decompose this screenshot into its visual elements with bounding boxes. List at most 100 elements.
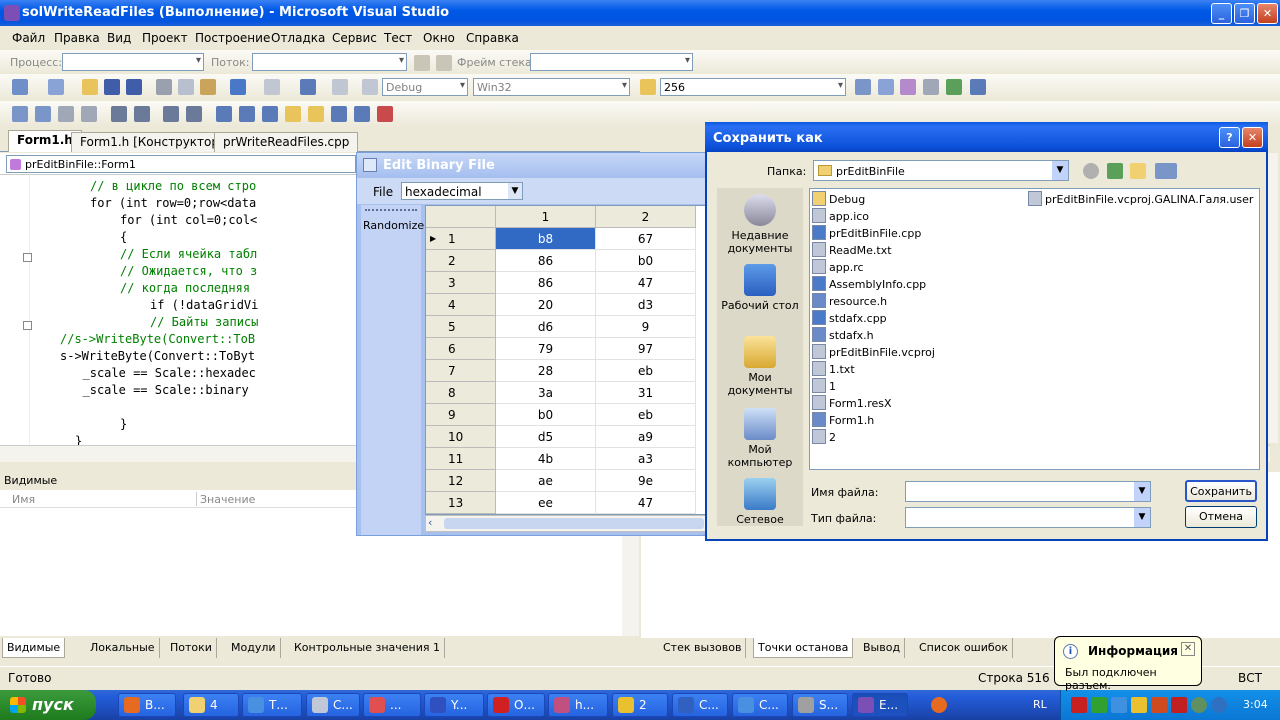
outdent-icon[interactable] bbox=[111, 106, 127, 122]
tab-autos[interactable]: Видимые bbox=[2, 638, 66, 658]
save-dialog-title-bar[interactable]: Сохранить как ? ✕ bbox=[705, 122, 1268, 152]
start-debug-icon[interactable] bbox=[362, 79, 378, 95]
grid-cell[interactable]: d5 bbox=[496, 426, 596, 448]
place-my-computer[interactable]: Мой компьютер bbox=[717, 408, 803, 469]
indent-icon[interactable] bbox=[134, 106, 150, 122]
find-icon[interactable] bbox=[855, 79, 871, 95]
menu-build[interactable]: Построение bbox=[195, 31, 270, 45]
filter-icon-2[interactable] bbox=[436, 55, 452, 71]
col-value[interactable]: Значение bbox=[200, 493, 255, 506]
chevron-down-icon[interactable]: ▼ bbox=[1134, 508, 1150, 527]
row-header[interactable]: 5 bbox=[426, 316, 496, 338]
grid-hscroll[interactable]: ‹ bbox=[425, 515, 707, 532]
save-all-icon[interactable] bbox=[126, 79, 142, 95]
clock[interactable]: 3:04 bbox=[1243, 698, 1268, 711]
menu-window[interactable]: Окно bbox=[423, 31, 455, 45]
grid-cell[interactable]: 28 bbox=[496, 360, 596, 382]
tab-prwritereadfiles-cpp[interactable]: prWriteReadFiles.cpp bbox=[214, 132, 359, 152]
save-button[interactable]: Сохранить bbox=[1185, 480, 1257, 502]
params-icon[interactable] bbox=[35, 106, 51, 122]
place-network[interactable]: Сетевое bbox=[717, 478, 803, 526]
platform-combo[interactable]: Win32 bbox=[473, 78, 630, 96]
notification-balloon[interactable]: i Информация ✕ Был подключен разъем. bbox=[1054, 636, 1202, 692]
tab-error-list[interactable]: Список ошибок bbox=[915, 638, 1014, 658]
row-header[interactable]: 3 bbox=[426, 272, 496, 294]
filename-input[interactable]: ▼ bbox=[905, 481, 1151, 502]
quickinfo-icon[interactable] bbox=[58, 106, 74, 122]
grid-cell[interactable]: 97 bbox=[596, 338, 696, 360]
complete-word-icon[interactable] bbox=[81, 106, 97, 122]
row-header[interactable]: 4 bbox=[426, 294, 496, 316]
taskbar-button[interactable]: S... bbox=[792, 693, 848, 717]
grid-cell[interactable]: 31 bbox=[596, 382, 696, 404]
file-list[interactable]: Debug app.ico prEditBinFile.cpp ReadMe.txt a… bbox=[809, 188, 1260, 470]
taskbar-button[interactable]: С... bbox=[672, 693, 728, 717]
grid-cell[interactable]: 47 bbox=[596, 492, 696, 514]
tray-icon-1[interactable] bbox=[1071, 697, 1087, 713]
column-header[interactable]: 2 bbox=[596, 206, 696, 228]
navigate-forward-icon[interactable] bbox=[332, 79, 348, 95]
next-folder-bookmark-icon[interactable] bbox=[308, 106, 324, 122]
grid-cell[interactable]: 67 bbox=[596, 228, 696, 250]
grid-cell[interactable]: b0 bbox=[496, 404, 596, 426]
add-item-icon[interactable] bbox=[48, 79, 64, 95]
redo-icon[interactable] bbox=[264, 79, 280, 95]
menu-file[interactable]: Файл bbox=[12, 31, 45, 45]
menu-view[interactable]: Вид bbox=[107, 31, 131, 45]
navigate-back-icon[interactable] bbox=[300, 79, 316, 95]
grid-cell[interactable]: 3a bbox=[496, 382, 596, 404]
view-menu-icon[interactable] bbox=[1155, 163, 1177, 179]
place-recent[interactable]: Недавние документы bbox=[717, 194, 803, 255]
tray-icon-2[interactable] bbox=[1091, 697, 1107, 713]
open-folder-icon[interactable] bbox=[82, 79, 98, 95]
grid-cell[interactable]: b8 bbox=[496, 228, 596, 250]
row-header[interactable]: 6 bbox=[426, 338, 496, 360]
tray-icon-8[interactable] bbox=[1211, 697, 1227, 713]
filter-icon[interactable] bbox=[414, 55, 430, 71]
new-project-icon[interactable] bbox=[12, 79, 28, 95]
grid-cell[interactable]: 20 bbox=[496, 294, 596, 316]
copy-icon[interactable] bbox=[178, 79, 194, 95]
taskbar-button[interactable]: ... bbox=[363, 693, 421, 717]
tray-icon-5[interactable] bbox=[1151, 697, 1167, 713]
firefox-tray-icon[interactable] bbox=[931, 697, 947, 713]
row-header[interactable]: 10 bbox=[426, 426, 496, 448]
close-button[interactable]: ✕ bbox=[1257, 3, 1278, 24]
data-grid[interactable]: 1 2 ▶ 1 b8 67 2 86 b0 3 86 47 4 20 d3 5 d6 9 6 79 97 7 28 eb 8 3a… bbox=[425, 205, 707, 515]
grid-cell[interactable]: 79 bbox=[496, 338, 596, 360]
place-desktop[interactable]: Рабочий стол bbox=[717, 264, 803, 312]
find-combo[interactable]: 256 bbox=[660, 78, 846, 96]
column-header[interactable]: 1 bbox=[496, 206, 596, 228]
undo-icon[interactable] bbox=[230, 79, 246, 95]
col-name[interactable]: Имя bbox=[12, 493, 35, 506]
row-header[interactable]: 2 bbox=[426, 250, 496, 272]
menu-project[interactable]: Проект bbox=[142, 31, 188, 45]
grid-cell[interactable]: eb bbox=[596, 360, 696, 382]
taskbar-button[interactable]: Т... bbox=[242, 693, 302, 717]
menu-file-edit-binary[interactable]: File bbox=[373, 185, 393, 199]
start-page-icon[interactable] bbox=[946, 79, 962, 95]
prev-doc-bookmark-icon[interactable] bbox=[331, 106, 347, 122]
save-icon[interactable] bbox=[104, 79, 120, 95]
menu-help[interactable]: Справка bbox=[466, 31, 519, 45]
row-header[interactable]: 13 bbox=[426, 492, 496, 514]
tray-icon-3[interactable] bbox=[1111, 697, 1127, 713]
tab-breakpoints[interactable]: Точки останова bbox=[753, 638, 854, 658]
grid-cell[interactable]: d3 bbox=[596, 294, 696, 316]
tab-modules[interactable]: Модули bbox=[227, 638, 281, 658]
taskbar-button[interactable]: В... bbox=[118, 693, 176, 717]
comment-icon[interactable] bbox=[163, 106, 179, 122]
taskbar-button[interactable]: 4 bbox=[183, 693, 239, 717]
config-combo[interactable]: Debug bbox=[382, 78, 468, 96]
taskbar-button[interactable]: h... bbox=[548, 693, 608, 717]
command-window-icon[interactable] bbox=[970, 79, 986, 95]
menu-test[interactable]: Тест bbox=[384, 31, 412, 45]
menu-edit[interactable]: Правка bbox=[54, 31, 100, 45]
taskbar-button[interactable]: Y... bbox=[424, 693, 484, 717]
next-bookmark-icon[interactable] bbox=[262, 106, 278, 122]
balloon-close-icon[interactable]: ✕ bbox=[1181, 642, 1195, 656]
menu-tools[interactable]: Сервис bbox=[332, 31, 377, 45]
row-header[interactable]: 12 bbox=[426, 470, 496, 492]
tab-output[interactable]: Вывод bbox=[859, 638, 906, 658]
edit-binary-title-bar[interactable]: Edit Binary File bbox=[357, 153, 707, 177]
